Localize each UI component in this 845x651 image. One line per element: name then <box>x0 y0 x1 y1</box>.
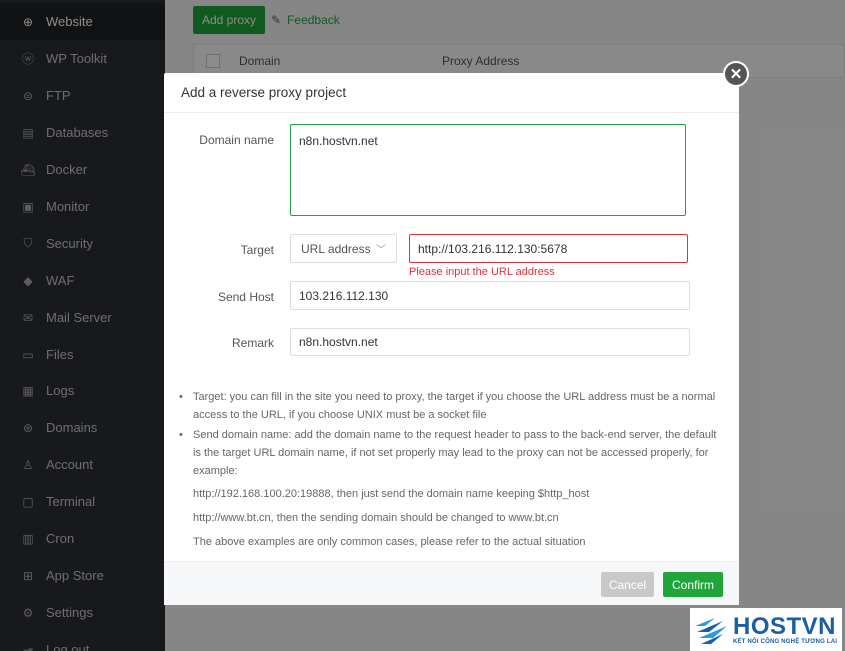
confirm-button[interactable]: Confirm <box>663 572 723 597</box>
note-target: • Target: you can fill in the site you ne… <box>179 391 716 421</box>
remark-label: Remark <box>231 336 274 350</box>
send-host-input[interactable]: 103.216.112.130 <box>290 281 690 310</box>
chevron-down-icon: ﹀ <box>376 245 386 256</box>
note-example-2: http://www.bt.cn, then the sending domai… <box>193 512 559 524</box>
target-error-message: Please input the URL address <box>409 266 555 278</box>
cancel-button[interactable]: Cancel <box>601 572 654 597</box>
domain-name-textarea[interactable]: n8n.hostvn.net <box>290 124 686 216</box>
help-notes: • Target: you can fill in the site you ne… <box>179 388 723 557</box>
send-host-label: Send Host <box>217 290 274 304</box>
target-label: Target <box>240 243 274 257</box>
hostvn-logo: HOSTVN KẾT NỐI CÔNG NGHỆ TƯƠNG LAI <box>690 608 842 651</box>
note-example-3: The above examples are only common cases… <box>193 536 586 548</box>
domain-name-label: Domain name <box>199 133 274 147</box>
remark-input[interactable]: n8n.hostvn.net <box>290 328 690 356</box>
logo-tagline: KẾT NỐI CÔNG NGHỆ TƯƠNG LAI <box>733 638 838 645</box>
logo-name: HOSTVN <box>733 612 837 640</box>
target-type-value: URL address <box>301 241 371 256</box>
add-reverse-proxy-dialog: Add a reverse proxy project Domain name … <box>164 73 739 605</box>
note-example-1: http://192.168.100.20:19888, then just s… <box>193 488 590 500</box>
note-send-domain: • Send domain name: add the domain name t… <box>179 429 717 477</box>
target-url-input[interactable]: http://103.216.112.130:5678 <box>409 234 688 263</box>
close-dialog-icon[interactable]: ✕ <box>723 61 749 87</box>
dialog-footer: Cancel Confirm <box>164 561 739 605</box>
dialog-title: Add a reverse proxy project <box>164 73 739 113</box>
hostvn-logo-mark-icon <box>695 617 727 644</box>
target-type-select[interactable]: URL address ﹀ <box>290 234 397 263</box>
